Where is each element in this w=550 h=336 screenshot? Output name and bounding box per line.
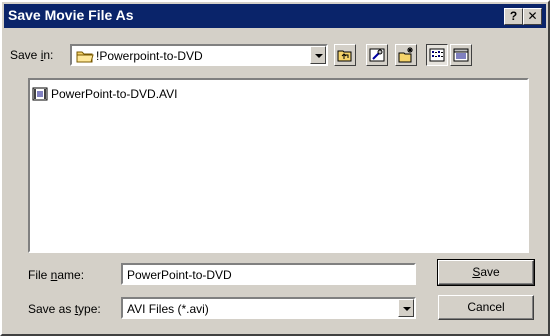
create-new-folder-button[interactable] bbox=[395, 44, 417, 66]
save-as-type-value: AVI Files (*.avi) bbox=[127, 302, 209, 316]
up-folder-icon bbox=[337, 50, 352, 62]
folder-icon bbox=[76, 51, 94, 63]
details-view-icon bbox=[453, 48, 469, 62]
up-one-level-button[interactable] bbox=[334, 44, 356, 66]
file-name-field[interactable]: PowerPoint-to-DVD bbox=[121, 263, 416, 285]
save-in-dropdown[interactable]: !Powerpoint-to-DVD bbox=[70, 44, 328, 66]
save-in-label: Save in: bbox=[10, 48, 54, 62]
save-button[interactable]: Save bbox=[437, 259, 535, 286]
help-button[interactable]: ? bbox=[504, 8, 523, 25]
save-dialog: Save Movie File As ? ✕ Save in: !Powerpo… bbox=[0, 0, 550, 336]
cancel-button[interactable]: Cancel bbox=[438, 295, 534, 320]
list-view-button[interactable] bbox=[426, 44, 448, 66]
file-name-value: PowerPoint-to-DVD bbox=[127, 268, 232, 282]
title-bar: Save Movie File As ? ✕ bbox=[4, 4, 546, 28]
desktop-button[interactable] bbox=[366, 44, 388, 66]
window-title: Save Movie File As bbox=[8, 7, 134, 23]
file-list[interactable]: PowerPoint-to-DVD.AVI bbox=[28, 78, 529, 253]
list-item[interactable]: PowerPoint-to-DVD.AVI bbox=[32, 86, 178, 102]
save-as-type-label: Save as type: bbox=[28, 302, 101, 316]
save-in-value: !Powerpoint-to-DVD bbox=[96, 49, 203, 63]
file-name-label: File name: bbox=[28, 268, 85, 282]
save-in-dropdown-arrow[interactable] bbox=[310, 46, 326, 64]
avi-file-icon bbox=[32, 87, 48, 101]
file-name: PowerPoint-to-DVD.AVI bbox=[51, 87, 178, 101]
close-button[interactable]: ✕ bbox=[523, 8, 542, 25]
desktop-icon bbox=[369, 48, 385, 62]
details-view-button[interactable] bbox=[450, 44, 472, 66]
save-as-type-dropdown[interactable]: AVI Files (*.avi) bbox=[121, 297, 416, 319]
new-folder-icon bbox=[398, 47, 413, 63]
list-view-icon bbox=[429, 48, 445, 62]
save-as-type-dropdown-arrow[interactable] bbox=[398, 299, 414, 317]
